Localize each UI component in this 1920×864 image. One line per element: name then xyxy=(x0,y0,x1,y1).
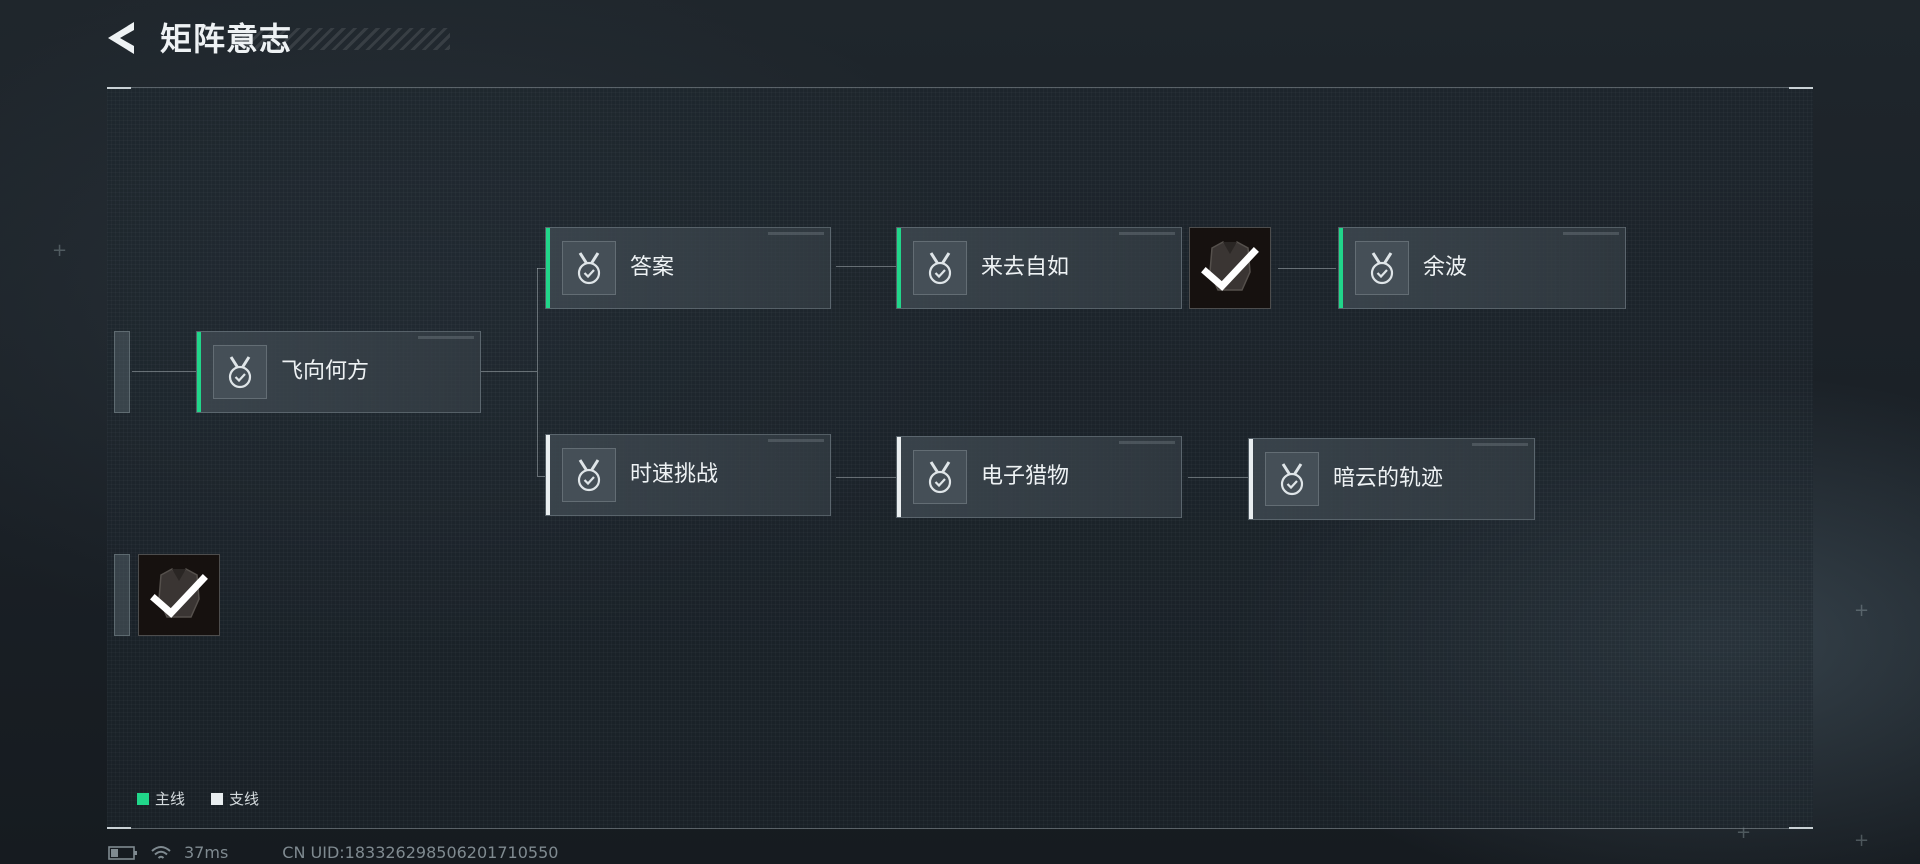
connector-line xyxy=(836,266,896,267)
panel-corner xyxy=(107,827,131,829)
node-label: 时速挑战 xyxy=(630,462,719,487)
legend: 主线 支线 xyxy=(137,788,259,809)
connector-line xyxy=(481,371,537,372)
medal-check-icon xyxy=(913,450,967,504)
medal-check-icon xyxy=(213,345,267,399)
connector-line xyxy=(537,476,545,477)
card-corner-decoration xyxy=(418,336,474,339)
node-label: 余波 xyxy=(1423,255,1468,280)
connector-line xyxy=(1188,477,1248,478)
panel-corner xyxy=(1789,827,1813,829)
legend-main-label: 主线 xyxy=(155,790,186,808)
mainline-indicator xyxy=(546,228,550,308)
connector-line xyxy=(537,268,545,269)
node-anyundeguiji[interactable]: 暗云的轨迹 xyxy=(1248,438,1535,520)
node-shisutiaozhan[interactable]: 时速挑战 xyxy=(545,434,831,516)
battery-icon xyxy=(108,845,137,860)
mainline-indicator xyxy=(197,332,201,412)
node-feixianghefang[interactable]: 飞向何方 xyxy=(196,331,481,413)
tree-stub xyxy=(114,554,130,636)
crosshair-mark: + xyxy=(1854,600,1870,621)
card-corner-decoration xyxy=(1119,232,1175,235)
node-daan[interactable]: 答案 xyxy=(545,227,831,309)
node-label: 电子猎物 xyxy=(981,464,1070,489)
medal-check-icon xyxy=(1265,452,1319,506)
branch-indicator xyxy=(546,435,550,515)
node-label: 来去自如 xyxy=(981,255,1070,280)
uid-text: CN UID:183326298506201710550 xyxy=(282,843,559,862)
node-dianzilieyu[interactable]: 电子猎物 xyxy=(896,436,1182,518)
tree-stub xyxy=(114,331,130,413)
medal-check-icon xyxy=(1355,241,1409,295)
connector-line xyxy=(836,477,896,478)
card-corner-decoration xyxy=(1472,443,1528,446)
panel-corner xyxy=(107,87,131,89)
crosshair-mark: + xyxy=(52,240,68,261)
page-title: 矩阵意志 xyxy=(160,20,293,58)
card-corner-decoration xyxy=(1563,232,1619,235)
mainline-swatch xyxy=(137,792,149,805)
node-label: 飞向何方 xyxy=(281,359,370,384)
medal-check-icon xyxy=(913,241,967,295)
status-bar: 37ms CN UID:183326298506201710550 xyxy=(108,843,558,862)
connector-line xyxy=(132,371,196,372)
armor-check-icon xyxy=(150,568,208,618)
panel-corner xyxy=(1789,87,1813,89)
wifi-icon xyxy=(151,845,171,859)
branch-swatch xyxy=(211,792,224,805)
node-label: 暗云的轨迹 xyxy=(1333,466,1444,491)
back-arrow-icon xyxy=(108,22,134,54)
armor-reward-claimed[interactable] xyxy=(1189,227,1271,309)
branch-indicator xyxy=(1249,439,1253,519)
ping-value: 37ms xyxy=(184,843,229,862)
branch-indicator xyxy=(897,437,901,517)
card-corner-decoration xyxy=(1119,441,1175,444)
armor-reward-claimed[interactable] xyxy=(138,554,220,636)
medal-check-icon xyxy=(562,241,616,295)
legend-branch-label: 支线 xyxy=(229,790,260,808)
mainline-indicator xyxy=(1339,228,1343,308)
node-label: 答案 xyxy=(630,255,675,280)
back-button[interactable] xyxy=(104,18,144,58)
crosshair-mark: + xyxy=(1854,830,1870,851)
node-laiquziru[interactable]: 来去自如 xyxy=(896,227,1182,309)
mainline-indicator xyxy=(897,228,901,308)
card-corner-decoration xyxy=(768,232,824,235)
medal-check-icon xyxy=(562,448,616,502)
card-corner-decoration xyxy=(768,439,824,442)
connector-line xyxy=(1278,268,1336,269)
node-yubo[interactable]: 余波 xyxy=(1338,227,1626,309)
connector-line xyxy=(537,268,538,476)
armor-check-icon xyxy=(1201,241,1259,291)
